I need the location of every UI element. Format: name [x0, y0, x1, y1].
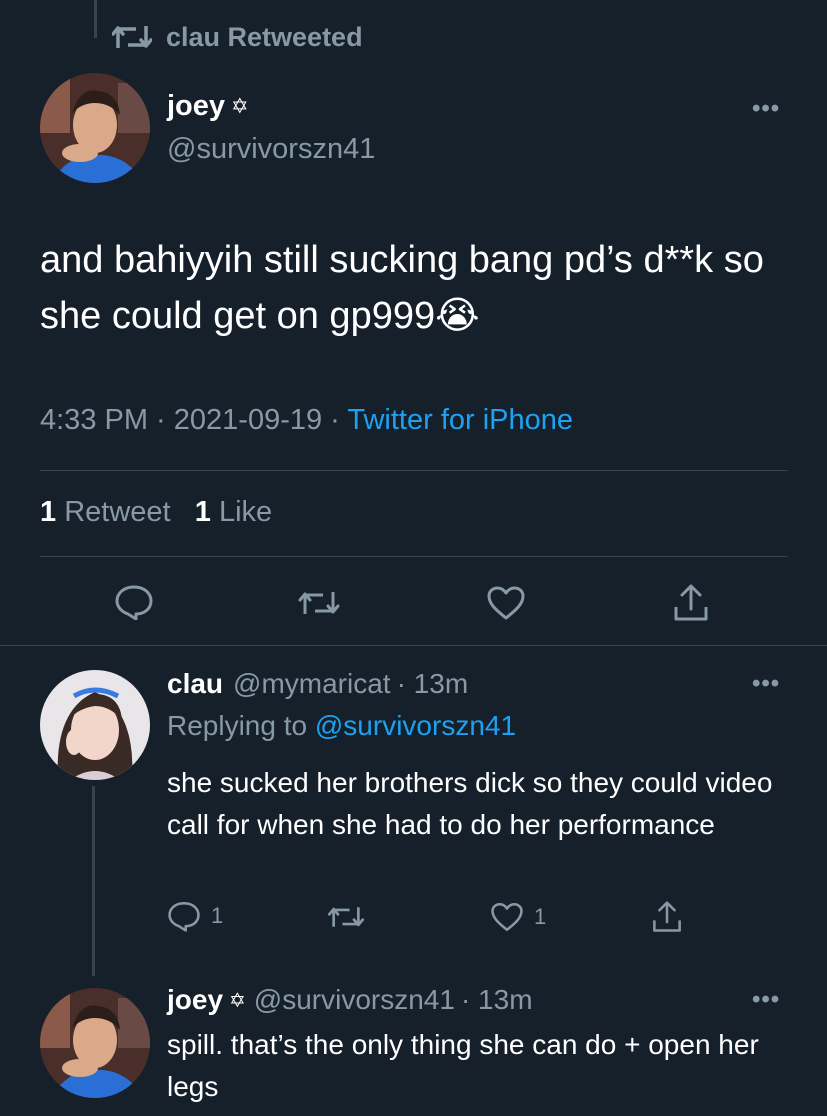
avatar-image — [40, 73, 150, 183]
retweet-icon — [328, 907, 364, 927]
more-icon[interactable]: ••• — [752, 670, 780, 698]
reply-author[interactable]: joey ✡ @survivorszn41 · 13m — [167, 984, 533, 1016]
divider — [40, 556, 788, 557]
share-button[interactable] — [651, 899, 683, 935]
share-icon — [674, 584, 708, 621]
avatar-image — [40, 988, 150, 1098]
handle[interactable]: @survivorszn41 — [254, 984, 455, 1016]
tweet-author[interactable]: joey ✡ — [167, 90, 253, 123]
reply-count: 1 — [211, 903, 224, 928]
like-stat-label: Like — [218, 496, 273, 528]
tweet-meta: 4:33 PM · 2021-09-19 · Twitter for iPhon… — [40, 404, 573, 437]
display-name[interactable]: clau — [167, 668, 223, 700]
replying-label: Replying to — [167, 710, 315, 741]
handle[interactable]: @mymaricat — [233, 668, 391, 700]
thread-line — [92, 786, 95, 976]
avatar-image — [40, 670, 150, 780]
reply-icon — [168, 901, 200, 932]
reply-text: spill. that’s the only thing she can do … — [167, 1029, 759, 1102]
reply-time[interactable]: · 13m — [397, 668, 469, 700]
tweet-text: and bahiyyih still sucking bang pd’s d**… — [40, 239, 764, 337]
retweet-button[interactable] — [298, 586, 340, 620]
retweet-header[interactable]: clau Retweeted — [112, 20, 363, 54]
retweet-count: 1 — [40, 496, 57, 528]
tweet-source[interactable]: Twitter for iPhone — [347, 404, 573, 436]
retweet-stat-label: Retweet — [64, 496, 171, 528]
avatar-joey[interactable] — [40, 73, 150, 183]
reply-button[interactable] — [114, 584, 154, 620]
retweet-icon — [112, 26, 152, 48]
tweet-time[interactable]: 4:33 PM — [40, 404, 148, 436]
meta-separator: · — [148, 404, 174, 436]
like-icon — [487, 586, 525, 620]
reply-author[interactable]: clau @mymaricat · 13m — [167, 668, 468, 700]
like-button[interactable]: 1 — [490, 901, 546, 933]
display-name[interactable]: joey — [167, 90, 225, 123]
reply-icon — [115, 585, 153, 620]
thread-line — [94, 0, 97, 38]
avatar-clau[interactable] — [40, 670, 150, 780]
like-stat[interactable]: 1 Like — [195, 496, 272, 528]
retweet-icon — [298, 592, 340, 614]
retweet-button[interactable] — [328, 902, 364, 932]
more-icon[interactable]: ••• — [752, 986, 780, 1014]
handle[interactable]: @survivorszn41 — [167, 133, 375, 166]
retweet-header-label: clau Retweeted — [166, 21, 363, 52]
share-icon — [653, 901, 681, 932]
display-name[interactable]: joey — [167, 984, 223, 1016]
tweet-thread: clau Retweeted joey ✡ @survivorszn41 •••… — [0, 0, 827, 1116]
retweet-stat[interactable]: 1 Retweet — [40, 496, 171, 528]
like-icon — [491, 902, 523, 932]
replying-mention[interactable]: @survivorszn41 — [315, 710, 516, 741]
tweet-author-handle[interactable]: @survivorszn41 — [167, 133, 375, 166]
star-of-david-icon: ✡ — [229, 989, 246, 1012]
like-count: 1 — [534, 904, 547, 929]
divider — [40, 470, 788, 471]
tweet-stats: 1 Retweet 1 Like — [40, 496, 272, 529]
star-of-david-icon: ✡ — [231, 95, 249, 118]
meta-separator: · — [322, 404, 348, 436]
avatar-joey[interactable] — [40, 988, 150, 1098]
share-button[interactable] — [672, 583, 710, 623]
divider — [0, 645, 827, 646]
reply-button[interactable]: 1 — [167, 900, 223, 932]
tweet-date[interactable]: 2021-09-19 — [174, 404, 322, 436]
reply-text: she sucked her brothers dick so they cou… — [167, 767, 773, 840]
more-icon[interactable]: ••• — [752, 95, 780, 123]
reply-time[interactable]: · 13m — [461, 984, 533, 1016]
like-button[interactable] — [486, 585, 526, 621]
replying-to: Replying to @survivorszn41 — [167, 710, 516, 742]
like-count: 1 — [194, 496, 211, 528]
